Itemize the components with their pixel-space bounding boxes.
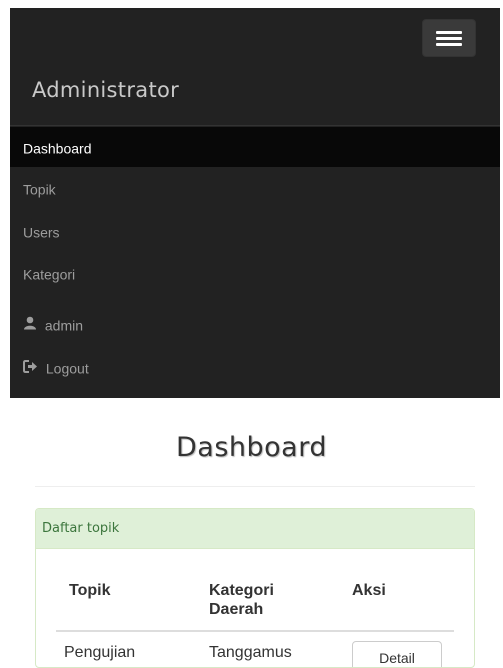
nav-item-label: Kategori — [23, 266, 76, 283]
nav-item-label: Dashboard — [23, 140, 92, 157]
hamburger-icon-bar — [436, 43, 462, 46]
hamburger-icon-bar — [436, 37, 462, 40]
navbar-toggle-button[interactable] — [422, 19, 476, 57]
panel-heading: Daftar topik — [36, 509, 474, 549]
page-title: Dashboard — [176, 432, 327, 463]
nav-item-dashboard[interactable]: Dashboard — [10, 127, 500, 167]
nav-item-label: Topik — [23, 181, 56, 198]
logout-icon — [23, 348, 38, 388]
column-header-aksi: Aksi — [352, 582, 386, 599]
table-header-divider — [56, 630, 454, 632]
navbar: Administrator Dashboard Topik Users Kate… — [10, 8, 500, 398]
hamburger-icon — [436, 31, 462, 34]
nav-item-admin[interactable]: admin — [10, 304, 500, 344]
nav-item-label: admin — [44, 317, 84, 334]
nav-item-label: Logout — [45, 360, 89, 377]
navbar-divider — [10, 125, 500, 126]
nav-item-label: Users — [23, 224, 60, 241]
navbar-brand[interactable]: Administrator — [32, 78, 179, 102]
column-header-kategori: Kategori Daerah — [209, 582, 274, 618]
topic-list-panel: Daftar topik Topik Kategori Daerah Aksi … — [35, 508, 475, 668]
nav-item-kategori[interactable]: Kategori — [10, 253, 500, 293]
nav-item-users[interactable]: Users — [10, 211, 500, 251]
nav-item-logout[interactable]: Logout — [10, 347, 500, 387]
user-icon — [23, 305, 37, 345]
nav-item-topik[interactable]: Topik — [10, 168, 500, 208]
title-divider — [35, 486, 475, 487]
detail-button[interactable]: Detail — [352, 641, 442, 667]
column-header-topik: Topik — [69, 582, 111, 599]
